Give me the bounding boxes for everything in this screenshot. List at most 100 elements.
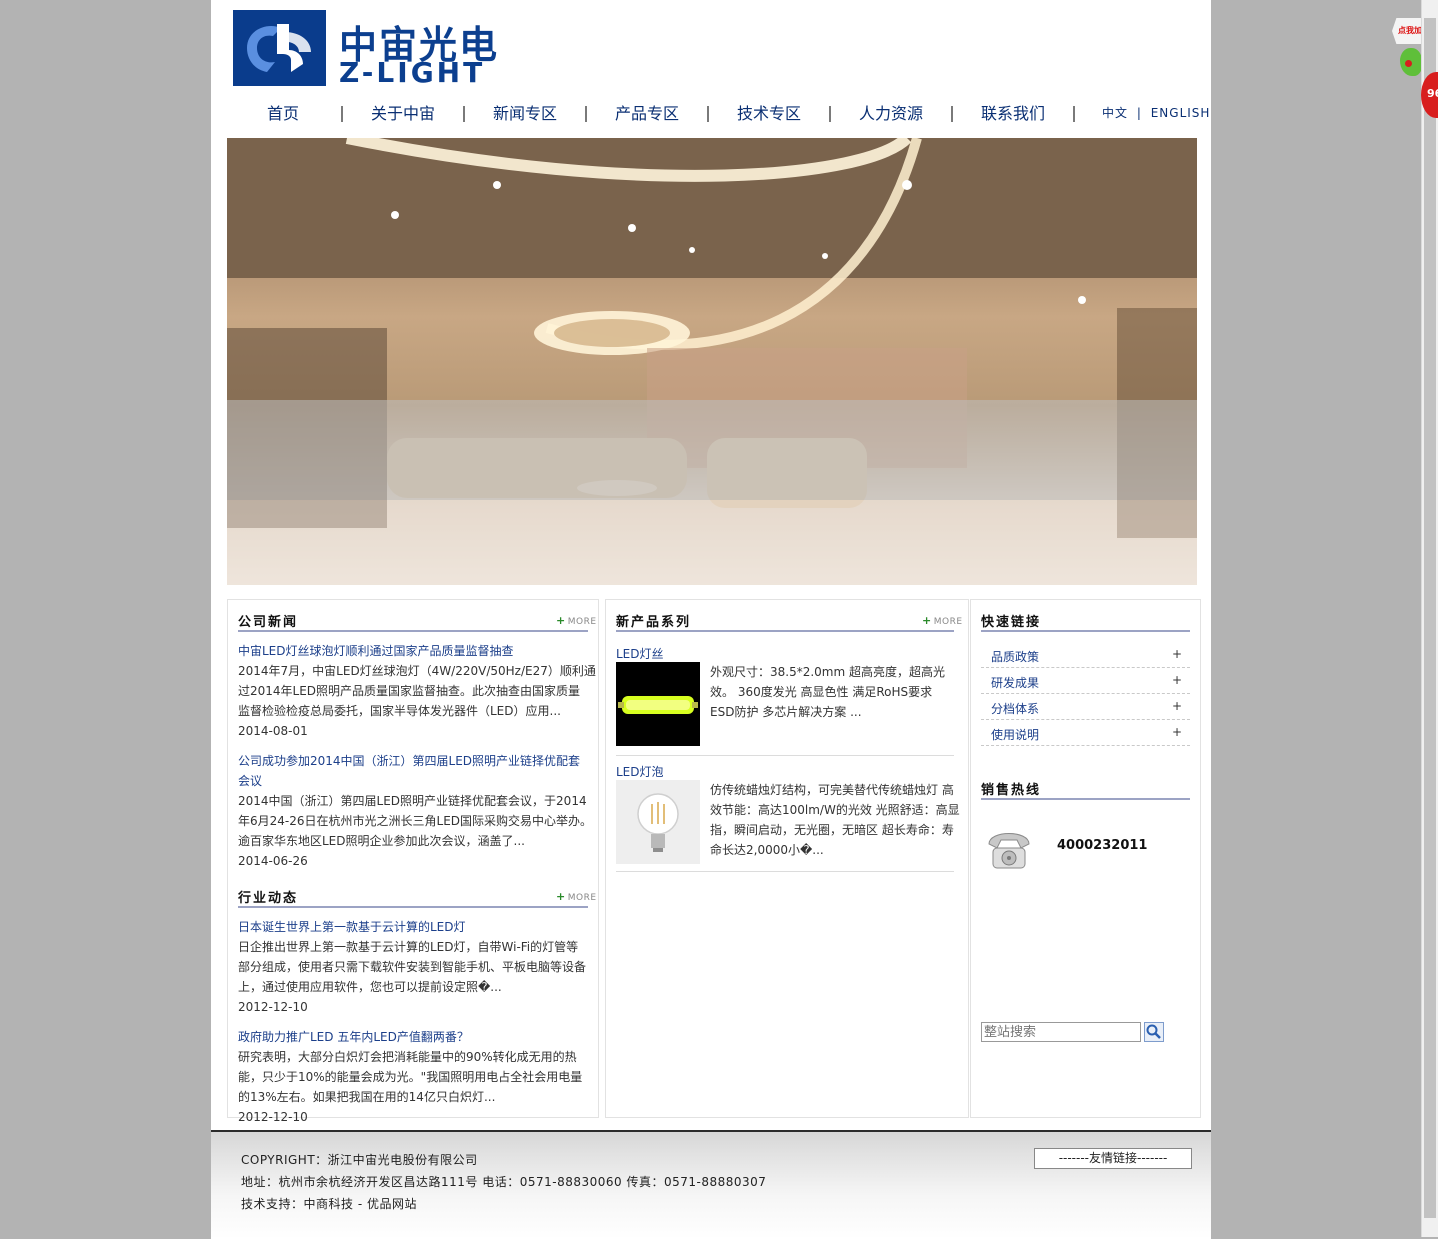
- nav-item-news[interactable]: 新闻专区: [475, 100, 575, 128]
- summary-line: 过2014年LED照明产品质量国家监督抽查。此次抽查由国家质量: [238, 684, 581, 698]
- quick-link-rd-results[interactable]: 研发成果 +: [981, 668, 1190, 694]
- footer-address: 地址：杭州市余杭经济开发区昌达路111号 电话：0571-88830060 传真…: [241, 1175, 767, 1189]
- nav-item-hr[interactable]: 人力资源: [841, 100, 941, 128]
- led-filament-image[interactable]: [616, 662, 700, 746]
- desc-line: 效节能：高达100lm/W的光效 光照舒适：高显: [710, 803, 960, 817]
- plus-icon: +: [1171, 647, 1182, 661]
- site-logo[interactable]: 中宙光电 Z-LIGHT: [233, 10, 508, 89]
- footer-tech-support: 技术支持：中商科技 - 优品网站: [241, 1197, 417, 1211]
- desc-line: 命长达2,0000小�...: [710, 843, 824, 857]
- section-underline: [238, 630, 588, 632]
- quick-link-label: 品质政策: [991, 650, 1040, 664]
- scrollbar-thumb[interactable]: [1424, 18, 1436, 1218]
- quick-link-binning-system[interactable]: 分档体系 +: [981, 694, 1190, 720]
- language-switch: 中文 | ENGLISH: [1102, 104, 1210, 121]
- industry-news-title: 行业动态: [238, 891, 299, 906]
- summary-line: 部分组成，使用者只需下载软件安装到智能手机、平板电脑等设备: [238, 960, 587, 974]
- banner-caption-band: [227, 400, 1197, 500]
- search-button[interactable]: [1144, 1022, 1164, 1042]
- hotline-title: 销售热线: [981, 783, 1042, 798]
- sidebar-column: 快速链接 品质政策 + 研发成果 + 分档体系 + 使用说明 + 销售热线 40…: [970, 599, 1201, 1118]
- product-name[interactable]: LED灯丝: [616, 645, 664, 662]
- news-item-summary: 2014年7月，中宙LED灯丝球泡灯（4W/220V/50Hz/E27）顺利通 …: [238, 661, 596, 721]
- news-item-title[interactable]: 公司成功参加2014中国（浙江）第四届LED照明产业链择优配套 会议: [238, 751, 580, 791]
- speed-ball-value: 96: [1427, 87, 1438, 100]
- nav-item-products[interactable]: 产品专区: [597, 100, 697, 128]
- product-description: 仿传统蜡烛灯结构，可完美替代传统蜡烛灯 高 效节能：高达100lm/W的光效 光…: [710, 780, 960, 860]
- quick-link-instructions[interactable]: 使用说明 +: [981, 720, 1190, 746]
- main-nav: 首页 关于中宙 新闻专区 产品专区 技术专区 人力资源 联系我们: [233, 100, 1183, 128]
- product-name[interactable]: LED灯泡: [616, 763, 664, 780]
- section-underline: [616, 630, 954, 632]
- nav-separator: [951, 106, 953, 122]
- quick-link-label: 使用说明: [991, 728, 1040, 742]
- title-line: 会议: [238, 774, 263, 788]
- products-column: 新产品系列 + MORE LED灯丝 外观尺寸：38.5*2.0mm 超高亮度，超…: [605, 599, 969, 1118]
- news-item-summary: 研究表明，大部分白炽灯会把消耗能量中的90%转化成无用的热 能，只少于10%的能…: [238, 1047, 582, 1107]
- quick-link-label: 研发成果: [991, 676, 1040, 690]
- led-bulb-image[interactable]: [616, 780, 700, 864]
- dot-icon: [1405, 60, 1412, 67]
- desc-line: 效。 360度发光 高显色性 满足RoHS要求: [710, 685, 933, 699]
- site-search-input[interactable]: [981, 1022, 1141, 1042]
- summary-line: 年6月24-26日在杭州市光之洲长三角LED国际采购交易中心举办。: [238, 814, 593, 828]
- product-divider: [616, 871, 954, 872]
- nav-separator: [585, 106, 587, 122]
- product-description: 外观尺寸：38.5*2.0mm 超高亮度，超高光 效。 360度发光 高显色性 …: [710, 662, 945, 722]
- news-item-date: 2014-08-01: [238, 724, 308, 738]
- plus-icon: +: [1171, 699, 1182, 713]
- news-item-title[interactable]: 政府助力推广LED 五年内LED产值翻两番？: [238, 1027, 469, 1047]
- news-item-summary: 2014中国（浙江）第四届LED照明产业链择优配套会议，于2014 年6月24-…: [238, 791, 592, 851]
- section-underline: [981, 798, 1190, 800]
- news-item-date: 2014-06-26: [238, 854, 308, 868]
- news-item-title[interactable]: 日本诞生世界上第一款基于云计算的LED灯: [238, 917, 466, 937]
- lang-chinese-link[interactable]: 中文: [1102, 106, 1128, 120]
- products-title: 新产品系列: [616, 615, 692, 630]
- desc-line: ESD防护 多芯片解决方案 ...: [710, 705, 862, 719]
- industry-news-more-link[interactable]: + MORE: [556, 890, 597, 903]
- more-label: MORE: [933, 617, 963, 627]
- desc-line: 指，瞬间启动，无光圈，无暗区 超长寿命：寿: [710, 823, 954, 837]
- nav-item-contact[interactable]: 联系我们: [963, 100, 1063, 128]
- telephone-icon: [983, 822, 1035, 872]
- summary-line: 研究表明，大部分白炽灯会把消耗能量中的90%转化成无用的热: [238, 1050, 577, 1064]
- hotline-number: 4000232011: [1057, 838, 1148, 853]
- more-label: MORE: [567, 893, 597, 903]
- plus-icon: +: [1171, 673, 1182, 687]
- news-item-title[interactable]: 中宙LED灯丝球泡灯顺利通过国家产品质量监督抽查: [238, 641, 514, 661]
- page-container: 中宙光电 Z-LIGHT 首页 关于中宙 新闻专区 产品专区 技术专区 人力资源…: [211, 0, 1211, 1239]
- products-more-link[interactable]: + MORE: [922, 614, 963, 627]
- search-icon: [1146, 1024, 1161, 1039]
- summary-line: 2014年7月，中宙LED灯丝球泡灯（4W/220V/50Hz/E27）顺利通: [238, 664, 596, 678]
- news-item-summary: 日企推出世界上第一款基于云计算的LED灯，自带Wi-Fi的灯管等 部分组成，使用…: [238, 937, 586, 997]
- lang-english-link[interactable]: ENGLISH: [1151, 106, 1211, 120]
- section-underline: [981, 630, 1190, 632]
- product-divider: [616, 755, 954, 756]
- quick-links-title: 快速链接: [981, 615, 1042, 630]
- footer-copyright: COPYRIGHT：浙江中宙光电股份有限公司: [241, 1153, 478, 1167]
- summary-line: 上，通过使用应用软件，您也可以提前设定照�...: [238, 980, 502, 994]
- summary-line: 2014中国（浙江）第四届LED照明产业链择优配套会议，于2014: [238, 794, 587, 808]
- lang-separator: |: [1136, 106, 1142, 120]
- nav-separator: [463, 106, 465, 122]
- friend-links-select[interactable]: -------友情链接-------: [1034, 1148, 1192, 1169]
- company-news-more-link[interactable]: + MORE: [556, 614, 597, 627]
- summary-line: 监督检验检疫总局委托，国家半导体发光器件（LED）应用...: [238, 704, 561, 718]
- nav-item-home[interactable]: 首页: [233, 100, 333, 128]
- title-line: 公司成功参加2014中国（浙江）第四届LED照明产业链择优配套: [238, 754, 581, 768]
- summary-line: 逾百家华东地区LED照明企业参加此次会议，涵盖了...: [238, 834, 525, 848]
- nav-item-tech[interactable]: 技术专区: [719, 100, 819, 128]
- quick-link-quality-policy[interactable]: 品质政策 +: [981, 642, 1190, 668]
- nav-item-about[interactable]: 关于中宙: [353, 100, 453, 128]
- news-column: 公司新闻 + MORE 中宙LED灯丝球泡灯顺利通过国家产品质量监督抽查 2014…: [227, 599, 599, 1124]
- logo-text-en: Z-LIGHT: [339, 56, 486, 89]
- desc-line: 外观尺寸：38.5*2.0mm 超高亮度，超高光: [710, 665, 945, 679]
- nav-separator: [1073, 106, 1075, 122]
- section-underline: [238, 906, 588, 908]
- banner-floor-overlay: [227, 500, 1197, 585]
- summary-line: 日企推出世界上第一款基于云计算的LED灯，自带Wi-Fi的灯管等: [238, 940, 579, 954]
- plus-icon: +: [1171, 725, 1182, 739]
- nav-separator: [341, 106, 343, 122]
- news-item-date: 2012-12-10: [238, 1000, 308, 1014]
- vertical-scrollbar[interactable]: [1421, 0, 1438, 1237]
